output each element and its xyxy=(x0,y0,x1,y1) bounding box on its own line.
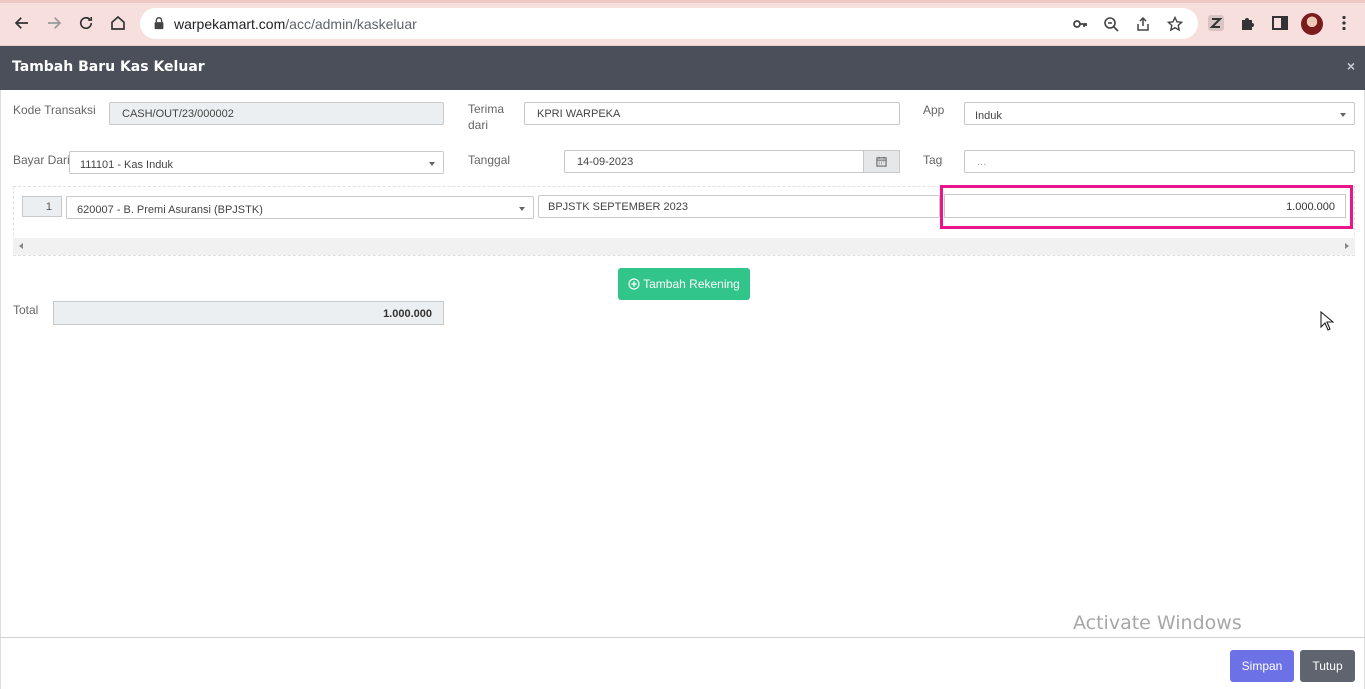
tanggal-input[interactable]: 14-09-2023 xyxy=(564,150,864,173)
modal-header: Tambah Baru Kas Keluar × xyxy=(0,46,1365,90)
scroll-right-icon[interactable] xyxy=(1345,243,1349,249)
lock-icon xyxy=(154,17,164,30)
modal-title: Tambah Baru Kas Keluar xyxy=(12,59,205,75)
tab-strip xyxy=(0,0,1365,3)
account-select[interactable]: 620007 - B. Premi Asuransi (BPJSTK) xyxy=(66,196,534,219)
mouse-cursor-icon xyxy=(1320,311,1334,331)
scroll-left-icon[interactable] xyxy=(19,243,23,249)
kode-transaksi-label: Kode Transaksi xyxy=(13,103,96,117)
bayar-dari-select[interactable]: 111101 - Kas Induk xyxy=(69,151,444,174)
horizontal-scrollbar[interactable] xyxy=(13,238,1355,255)
terima-dari-label-line2: dari xyxy=(468,118,489,132)
extensions-puzzle-icon[interactable] xyxy=(1237,12,1259,34)
key-icon[interactable] xyxy=(1070,14,1090,34)
chevron-down-icon xyxy=(429,162,435,166)
chevron-down-icon xyxy=(519,207,525,211)
star-icon[interactable] xyxy=(1165,14,1185,34)
bayar-dari-label: Bayar Dari xyxy=(13,153,70,167)
zoom-icon[interactable] xyxy=(1101,14,1121,34)
back-icon[interactable] xyxy=(10,11,34,35)
add-account-button[interactable]: Tambah Rekening xyxy=(618,268,750,300)
calendar-icon[interactable] xyxy=(863,150,900,173)
terima-dari-label-line1: Terima xyxy=(468,102,505,116)
share-icon[interactable] xyxy=(1133,14,1153,34)
tag-input[interactable]: ... xyxy=(964,150,1355,173)
kebab-menu-icon[interactable] xyxy=(1333,12,1355,34)
description-input[interactable]: BPJSTK SEPTEMBER 2023 xyxy=(538,195,940,218)
app-select[interactable]: Induk xyxy=(964,102,1355,125)
add-account-label: Tambah Rekening xyxy=(643,277,740,291)
zotero-extension-icon[interactable] xyxy=(1205,12,1227,34)
url-text: warpekamart.com/acc/admin/kaskeluar xyxy=(174,16,417,32)
home-icon[interactable] xyxy=(106,11,130,35)
reload-icon[interactable] xyxy=(74,11,98,35)
address-bar[interactable]: warpekamart.com/acc/admin/kaskeluar xyxy=(140,8,1198,39)
app-select-value: Induk xyxy=(975,110,1002,122)
modal-footer: Simpan Tutup xyxy=(0,637,1365,689)
app-label: App xyxy=(923,103,945,117)
url-path: /acc/admin/kaskeluar xyxy=(285,16,417,32)
total-input: 1.000.000 xyxy=(53,301,444,325)
save-button[interactable]: Simpan xyxy=(1230,650,1294,682)
tag-placeholder: ... xyxy=(977,156,987,168)
close-button[interactable]: Tutup xyxy=(1300,650,1355,682)
chevron-down-icon xyxy=(1340,113,1346,117)
tanggal-label: Tanggal xyxy=(468,153,511,167)
browser-toolbar: warpekamart.com/acc/admin/kaskeluar xyxy=(0,0,1365,46)
row-number: 1 xyxy=(22,196,62,217)
terima-dari-input[interactable]: KPRI WARPEKA xyxy=(524,102,900,125)
tag-label: Tag xyxy=(923,153,943,167)
amount-input[interactable]: 1.000.000 xyxy=(944,194,1346,218)
close-icon[interactable]: × xyxy=(1347,58,1355,74)
modal-body: Kode Transaksi CASH/OUT/23/000002 Terima… xyxy=(0,90,1365,637)
total-label: Total xyxy=(13,303,39,317)
kode-transaksi-input[interactable]: CASH/OUT/23/000002 xyxy=(109,102,444,125)
url-host: warpekamart.com xyxy=(174,16,286,32)
plus-circle-icon xyxy=(628,278,640,290)
side-panel-icon[interactable] xyxy=(1269,12,1291,34)
bayar-dari-select-value: 111101 - Kas Induk xyxy=(80,159,173,171)
account-select-value: 620007 - B. Premi Asuransi (BPJSTK) xyxy=(77,204,263,216)
forward-icon[interactable] xyxy=(42,11,66,35)
profile-avatar[interactable] xyxy=(1301,13,1323,35)
